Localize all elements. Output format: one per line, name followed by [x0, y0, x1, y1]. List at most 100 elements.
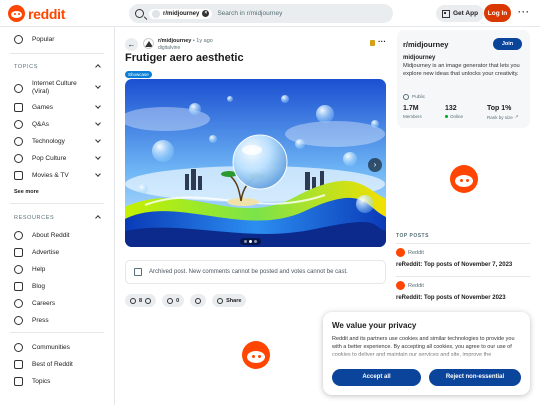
close-icon[interactable]: × — [202, 10, 210, 17]
reddit-icon — [396, 248, 405, 257]
login-button[interactable]: Log In — [484, 4, 511, 22]
online-label: Online — [450, 114, 464, 119]
sidebar-item-games[interactable]: Games — [14, 103, 53, 112]
sidebar-item-careers[interactable]: Careers — [14, 299, 55, 308]
carousel-dot[interactable] — [254, 240, 257, 243]
chevron-down-icon[interactable] — [95, 120, 101, 126]
sidebar-item-pop-culture[interactable]: Pop Culture — [14, 154, 66, 163]
join-button[interactable]: Join — [493, 38, 522, 50]
comment-count: 0 — [176, 297, 180, 304]
comments-button[interactable]: 0 — [162, 294, 185, 307]
sidebar-item-press[interactable]: Press — [14, 316, 49, 325]
comment-icon — [167, 297, 174, 304]
text-fade — [323, 350, 530, 362]
search-input[interactable]: Search in r/midjourney — [217, 10, 282, 17]
communities-icon — [14, 343, 23, 352]
topics-section-title[interactable]: TOPICS — [14, 64, 38, 70]
chevron-down-icon[interactable] — [95, 154, 101, 160]
top-post-source-label: Reddit — [408, 249, 424, 256]
sidebar-item-movies-tv[interactable]: Movies & TV — [14, 171, 69, 180]
community-header[interactable]: r/midjourney — [403, 40, 448, 49]
post-subreddit-name[interactable]: r/midjourney — [158, 38, 191, 44]
best-of-icon — [14, 360, 23, 369]
popular-icon — [14, 35, 23, 44]
search-bar[interactable]: r/midjourney × Search in r/midjourney — [129, 4, 393, 23]
careers-icon — [14, 299, 23, 308]
downvote-icon[interactable] — [145, 297, 152, 304]
internet-culture-icon — [14, 83, 23, 93]
community-description: Midjourney is an image generator that le… — [403, 63, 520, 77]
sidebar-item-label: Popular — [32, 36, 55, 43]
back-button[interactable]: ← — [125, 38, 138, 51]
subreddit-avatar[interactable] — [143, 38, 154, 49]
sidebar-item-about[interactable]: About Reddit — [14, 231, 70, 240]
sidebar-item-best-of-reddit[interactable]: Best of Reddit — [14, 360, 73, 369]
advertise-icon — [14, 248, 23, 257]
sidebar-item-qas[interactable]: Q&As — [14, 120, 49, 129]
vote-count: 8 — [139, 297, 143, 304]
sidebar-item-internet-culture[interactable]: Internet Culture (Viral) — [14, 80, 80, 96]
divider — [10, 203, 104, 204]
sidebar-item-label: Internet Culture (Viral) — [32, 80, 77, 95]
more-options-icon[interactable]: ··· — [518, 7, 530, 17]
get-app-button[interactable]: Get App — [436, 5, 485, 22]
online-value: 132 — [445, 105, 457, 112]
sidebar-item-label: Topics — [32, 378, 51, 385]
brand-name: reddit — [28, 5, 66, 22]
post-image[interactable] — [125, 79, 386, 247]
chevron-up-icon[interactable] — [95, 215, 101, 221]
subreddit-search-chip[interactable]: r/midjourney × — [149, 8, 213, 19]
see-more-link[interactable]: See more — [14, 189, 39, 195]
topics-icon — [14, 377, 23, 386]
sidebar-item-label: Blog — [32, 283, 46, 290]
top-post-source[interactable]: Reddit — [396, 248, 424, 257]
chevron-down-icon[interactable] — [95, 171, 101, 177]
archived-notice: Archived post. New comments cannot be po… — [125, 260, 386, 284]
pop-culture-icon — [14, 154, 23, 163]
carousel-dot[interactable] — [244, 240, 247, 243]
sidebar-item-label: Careers — [32, 300, 56, 307]
chevron-down-icon[interactable] — [95, 83, 101, 89]
privacy-consent-dialog: We value your privacy Reddit and its par… — [323, 312, 530, 395]
press-icon — [14, 316, 23, 325]
vote-button[interactable]: 8 — [125, 294, 157, 307]
post-author[interactable]: digitalvine — [158, 45, 180, 51]
top-post-source[interactable]: Reddit — [396, 281, 424, 290]
sidebar-item-communities[interactable]: Communities — [14, 343, 70, 352]
resources-section-title[interactable]: RESOURCES — [14, 215, 54, 221]
chevron-down-icon[interactable] — [95, 103, 101, 109]
award-button[interactable] — [190, 294, 207, 307]
globe-icon — [403, 94, 409, 100]
carousel-dot[interactable] — [249, 240, 252, 243]
games-icon — [14, 103, 23, 112]
sidebar-item-advertise[interactable]: Advertise — [14, 248, 59, 257]
community-visibility: Public — [403, 94, 425, 100]
sidebar-item-topics[interactable]: Topics — [14, 377, 50, 386]
archive-icon — [134, 268, 142, 276]
sidebar-item-technology[interactable]: Technology — [14, 137, 65, 146]
share-button[interactable]: Share — [212, 294, 247, 307]
rank-value: Top 1% — [487, 105, 512, 112]
post-subreddit[interactable]: r/midjourney • 1y ago — [158, 38, 213, 44]
get-app-label: Get App — [453, 10, 479, 17]
sidebar-item-help[interactable]: Help — [14, 265, 45, 274]
sidebar-item-blog[interactable]: Blog — [14, 282, 45, 291]
carousel-next-button[interactable]: › — [368, 158, 382, 172]
top-post-link[interactable]: reReddit: Top posts of November 2023 — [396, 295, 506, 301]
chevron-down-icon[interactable] — [95, 137, 101, 143]
external-link-icon[interactable]: ↗ — [515, 114, 519, 120]
post-more-icon[interactable]: ··· — [378, 37, 386, 46]
reddit-logo[interactable]: reddit — [8, 5, 65, 22]
award-button-icon — [195, 297, 202, 304]
frutiger-aero-image — [125, 79, 386, 247]
upvote-icon[interactable] — [130, 297, 136, 304]
sidebar-item-popular[interactable]: Popular — [14, 35, 54, 44]
sidebar-item-label: Advertise — [32, 249, 60, 256]
online-dot-icon — [445, 115, 448, 118]
accept-all-button[interactable]: Accept all — [332, 369, 421, 386]
qa-icon — [14, 120, 23, 129]
post-flair[interactable]: Showcase — [125, 71, 152, 78]
chevron-up-icon[interactable] — [95, 64, 101, 70]
top-post-link[interactable]: reReddit: Top posts of November 7, 2023 — [396, 262, 512, 268]
reject-non-essential-button[interactable]: Reject non-essential — [429, 369, 521, 386]
